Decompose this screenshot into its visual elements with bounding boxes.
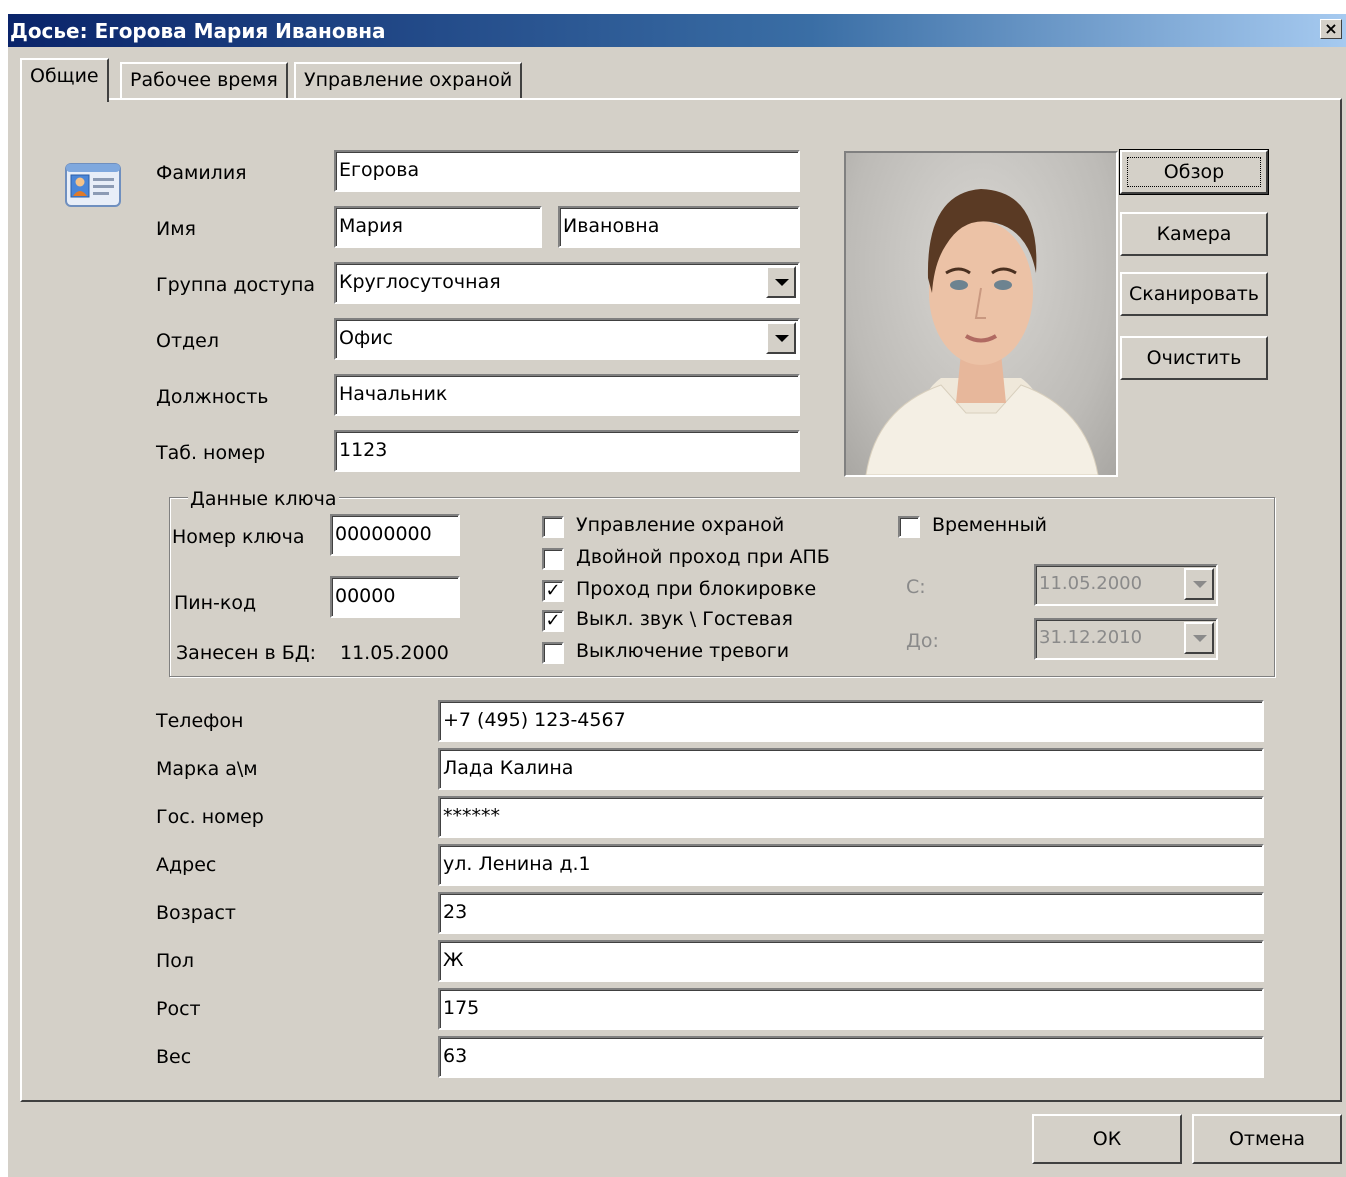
employee-photo-image [865, 189, 1099, 475]
age-label: Возраст [156, 902, 236, 924]
gender-label: Пол [156, 950, 195, 972]
close-button[interactable]: × [1320, 19, 1342, 39]
chevron-down-icon[interactable] [766, 266, 796, 298]
address-input[interactable]: ул. Ленина д.1 [438, 844, 1264, 886]
key-data-legend: Данные ключа [188, 488, 339, 510]
added-to-db-date: 11.05.2000 [340, 642, 449, 664]
tab-number-input[interactable]: 1123 [334, 430, 800, 472]
camera-button[interactable]: Камера [1120, 212, 1268, 256]
key-number-input[interactable]: 00000000 [330, 514, 460, 556]
checkbox-double-pass-apb-label: Двойной проход при АПБ [576, 546, 830, 568]
chevron-down-icon[interactable] [1184, 568, 1214, 600]
browse-button[interactable]: Обзор [1119, 149, 1269, 195]
ok-button[interactable]: ОК [1032, 1114, 1182, 1164]
to-date-value: 31.12.2010 [1039, 627, 1143, 648]
checkbox-sound-off-guest[interactable]: ✓ [542, 610, 564, 632]
first-name-label: Имя [156, 218, 196, 240]
dossier-window: Досье: Егорова Мария Ивановна × Общие Ра… [8, 14, 1346, 1177]
phone-label: Телефон [156, 710, 244, 732]
chevron-down-icon[interactable] [766, 322, 796, 354]
position-label: Должность [156, 386, 269, 408]
access-group-value: Круглосуточная [339, 271, 501, 293]
last-name-input[interactable]: Егорова [334, 150, 800, 192]
from-date-label: С: [906, 576, 926, 598]
pin-label: Пин-код [174, 592, 257, 614]
checkbox-sound-off-guest-label: Выкл. звук \ Гостевая [576, 608, 793, 630]
checkbox-pass-on-block[interactable]: ✓ [542, 580, 564, 602]
tab-number-label: Таб. номер [156, 442, 266, 464]
tab-work-time[interactable]: Рабочее время [120, 62, 288, 98]
checkbox-temporary-label: Временный [932, 514, 1048, 536]
chevron-down-icon[interactable] [1184, 622, 1214, 654]
address-label: Адрес [156, 854, 217, 876]
tab-security-control[interactable]: Управление охраной [294, 62, 523, 98]
department-select[interactable]: Офис [334, 318, 800, 360]
plate-number-label: Гос. номер [156, 806, 264, 828]
gender-input[interactable]: Ж [438, 940, 1264, 982]
from-date-picker[interactable]: 11.05.2000 [1034, 564, 1218, 606]
position-input[interactable]: Начальник [334, 374, 800, 416]
department-label: Отдел [156, 330, 219, 352]
checkbox-alarm-off-label: Выключение тревоги [576, 640, 790, 662]
last-name-label: Фамилия [156, 162, 247, 184]
access-group-select[interactable]: Круглосуточная [334, 262, 800, 304]
added-to-db-label: Занесен в БД: [176, 642, 317, 664]
access-group-label: Группа доступа [156, 274, 316, 296]
first-name-input[interactable]: Мария [334, 206, 542, 248]
title-bar[interactable]: Досье: Егорова Мария Ивановна × [8, 14, 1346, 47]
pin-input[interactable]: 00000 [330, 576, 460, 618]
height-label: Рост [156, 998, 201, 1020]
age-input[interactable]: 23 [438, 892, 1264, 934]
height-input[interactable]: 175 [438, 988, 1264, 1030]
weight-label: Вес [156, 1046, 192, 1068]
checkbox-alarm-off[interactable] [542, 642, 564, 664]
checkbox-security-control[interactable] [542, 516, 564, 538]
window-title: Досье: Егорова Мария Ивановна [10, 19, 386, 43]
tab-panel-general: Фамилия Имя Группа доступа Отдел Должнос… [20, 98, 1342, 1102]
to-date-label: До: [906, 630, 939, 652]
employee-photo [844, 151, 1118, 477]
checkbox-temporary[interactable] [898, 516, 920, 538]
focus-rect [1127, 157, 1261, 187]
tab-general[interactable]: Общие [20, 58, 109, 102]
car-brand-label: Марка а\м [156, 758, 258, 780]
checkbox-pass-on-block-label: Проход при блокировке [576, 578, 817, 600]
from-date-value: 11.05.2000 [1039, 573, 1143, 594]
cancel-button[interactable]: Отмена [1192, 1114, 1342, 1164]
phone-input[interactable]: +7 (495) 123-4567 [438, 700, 1264, 742]
car-brand-input[interactable]: Лада Калина [438, 748, 1264, 790]
department-value: Офис [339, 327, 393, 349]
scan-button[interactable]: Сканировать [1120, 272, 1268, 316]
key-number-label: Номер ключа [172, 526, 305, 548]
clear-button[interactable]: Очистить [1120, 336, 1268, 380]
checkbox-double-pass-apb[interactable] [542, 548, 564, 570]
plate-number-input[interactable]: ****** [438, 796, 1264, 838]
contact-card-icon [65, 163, 121, 207]
weight-input[interactable]: 63 [438, 1036, 1264, 1078]
checkbox-security-control-label: Управление охраной [576, 514, 785, 536]
patronymic-input[interactable]: Ивановна [558, 206, 800, 248]
to-date-picker[interactable]: 31.12.2010 [1034, 618, 1218, 660]
